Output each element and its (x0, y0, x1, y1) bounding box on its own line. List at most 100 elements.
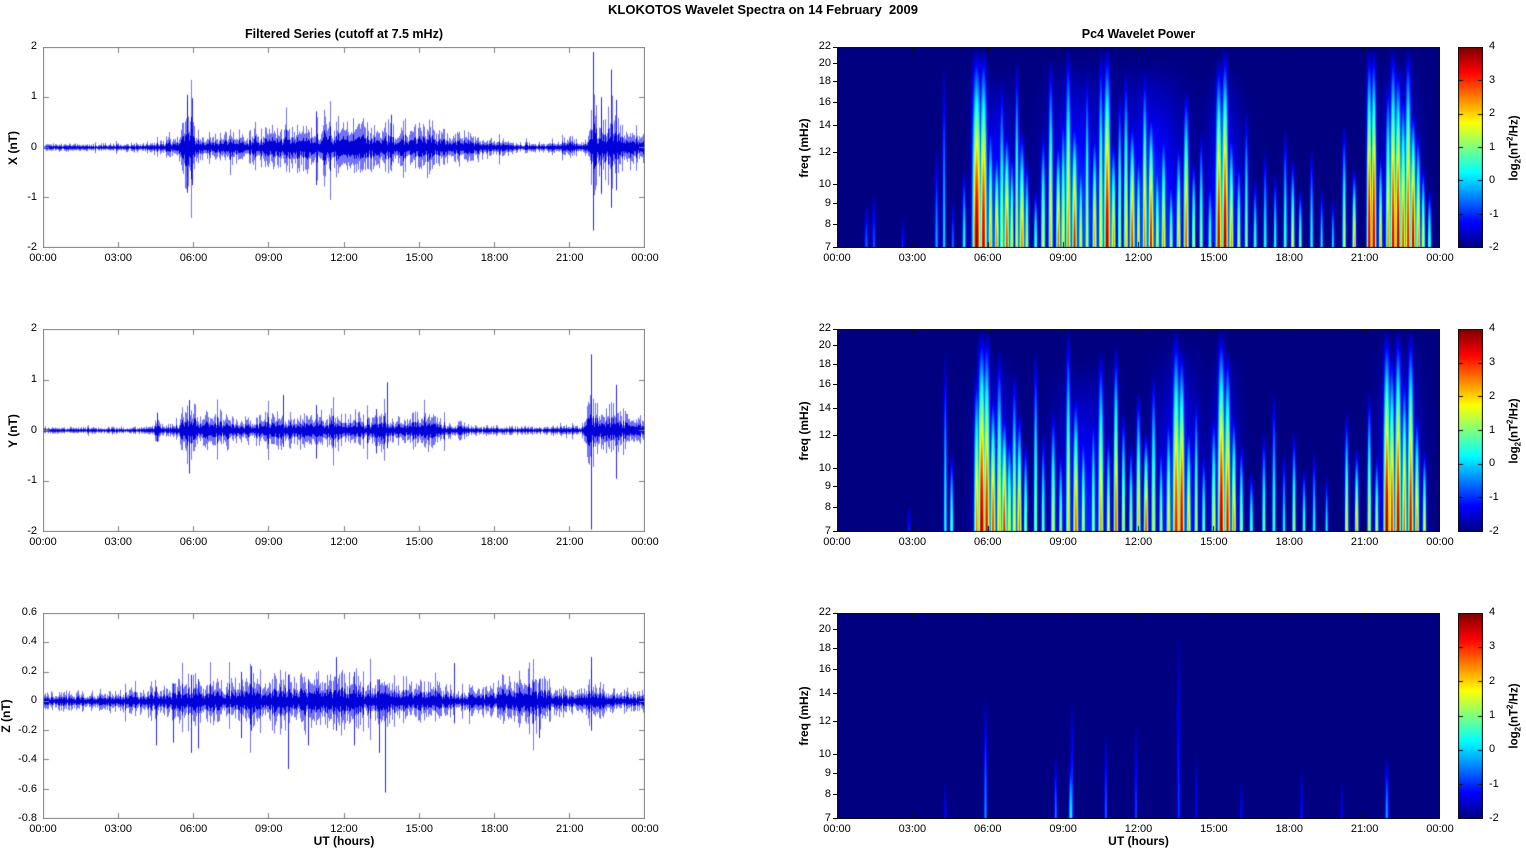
y-tick-label: 0 (30, 140, 37, 153)
x-series-panel: X (nT) 00:00 03:00 06:00 09:00 12:00 15:00 18:… (6, 40, 659, 264)
x-tick-label: 15:00 (405, 252, 434, 264)
y-series-plot-canvas (43, 329, 645, 532)
colorbar-tick-label: -1 (1489, 491, 1499, 504)
y-tick-mark (833, 435, 837, 436)
x-tick-label: 21:00 (1350, 252, 1379, 264)
colorbar-tick-label: 1 (1489, 423, 1496, 436)
z-series-plot-canvas (43, 613, 645, 819)
y-tick-mark (833, 693, 837, 694)
y-tick-mark (833, 794, 837, 795)
colorbar-tick-label: -1 (1489, 777, 1499, 790)
colorbar-tick-label: 4 (1489, 606, 1496, 618)
z-series-panel: Z (nT) 00:00 03:00 06:00 09:00 12:00 15:00 18:… (0, 606, 659, 835)
y-tick-label: 8 (824, 217, 831, 230)
colorbar-middle-canvas (1458, 329, 1483, 532)
x-tick-label: 18:00 (1275, 536, 1304, 548)
y-tick-mark (833, 721, 837, 722)
y-tick-label: 18 (818, 357, 831, 370)
colorbar-label-sub: 2 (1513, 726, 1523, 732)
x-wavelet-panel: freq (mHz) 00:00 03:00 06:00 09:00 12:00 15:0… (797, 40, 1454, 264)
figure: KLOKOTOS Wavelet Spectra on 14 February … (0, 0, 1526, 851)
y-tick-mark (833, 345, 837, 346)
y-tick-mark (833, 125, 837, 126)
y-tick-label: 8 (824, 501, 831, 514)
x-tick-label: 00:00 (631, 252, 659, 264)
y-tick-label: 10 (818, 178, 831, 191)
colorbar-tick-label: 3 (1489, 355, 1496, 368)
y-tick-label: 16 (818, 663, 831, 676)
colorbar-tick-label: 0 (1489, 457, 1496, 470)
y-tick-mark (833, 629, 837, 630)
y-tick-label: 0 (30, 694, 37, 707)
colorbar-tick-label: 2 (1489, 674, 1496, 687)
x-tick-label: 00:00 (29, 536, 57, 548)
y-tick-label: 9 (824, 766, 831, 779)
x-tick-label: 00:00 (1426, 536, 1454, 548)
y-tick-label: 22 (818, 606, 831, 618)
colorbar-label-sub: 2 (1513, 441, 1523, 446)
y-tick-label: 7 (824, 525, 831, 537)
colorbar-tick-label: 2 (1489, 107, 1496, 119)
x-tick-label: 15:00 (405, 536, 434, 548)
colorbar-tick-label: -2 (1489, 812, 1499, 824)
left-x-axis-title: UT (hours) (313, 834, 375, 848)
colorbar-label-sub: 2 (1513, 158, 1523, 163)
y-tick-mark (833, 468, 837, 469)
x-tick-label: 06:00 (179, 536, 208, 548)
y-tick-mark (833, 531, 837, 532)
y-tick-label: 20 (818, 338, 831, 351)
y-tick-mark (833, 818, 837, 819)
y-wavelet-spectrogram-canvas (837, 329, 1440, 532)
y-tick-label: 20 (818, 623, 831, 636)
y-tick-label: 18 (818, 75, 831, 88)
y-tick-label: 14 (818, 119, 831, 132)
colorbar-middle: log2(nT2/Hz) 4 3 2 1 0 -1 -2 (1458, 322, 1523, 537)
y-tick-label: 0.6 (21, 606, 37, 618)
y-tick-label: -1 (27, 474, 37, 487)
colorbar-tick-label: 0 (1489, 743, 1496, 756)
y-tick-mark (833, 613, 837, 614)
y-tick-mark (833, 669, 837, 670)
colorbar-tick-label: 4 (1489, 322, 1496, 334)
y-tick-label: -0.4 (18, 753, 37, 766)
figure-title: KLOKOTOS Wavelet Spectra on 14 February … (608, 2, 918, 17)
colorbar-tick-label: 1 (1489, 140, 1496, 153)
y-tick-mark (833, 224, 837, 225)
y-tick-mark (833, 384, 837, 385)
x-tick-label: 12:00 (1124, 252, 1153, 264)
y-tick-mark (833, 102, 837, 103)
y-tick-mark (833, 329, 837, 330)
y-tick-label: 2 (30, 40, 37, 52)
x-tick-label: 03:00 (104, 536, 133, 548)
y-tick-mark (833, 203, 837, 204)
y-tick-label: 0 (30, 423, 37, 436)
colorbar-tick-label: -2 (1489, 241, 1499, 253)
colorbar-tick-label: 1 (1489, 709, 1496, 721)
x-tick-label: 03:00 (898, 536, 927, 548)
x-tick-label: 18:00 (480, 252, 509, 264)
x-tick-label: 15:00 (1200, 536, 1228, 548)
colorbar-tick-label: 3 (1489, 640, 1496, 653)
z-wavelet-panel: freq (mHz) 00:00 03:00 06:00 09:00 12:00 15:0… (797, 606, 1454, 835)
y-tick-mark (833, 648, 837, 649)
y-tick-label: 0.2 (21, 664, 37, 677)
colorbar-tick-label: 2 (1489, 389, 1496, 402)
y-tick-label: 10 (818, 747, 831, 760)
y-tick-label: 18 (818, 642, 831, 655)
y-tick-mark (833, 408, 837, 409)
y-tick-mark (833, 507, 837, 508)
y-tick-label: 14 (818, 687, 831, 700)
x-tick-label: 09:00 (254, 536, 283, 548)
y-tick-label: 12 (818, 715, 831, 728)
y-tick-label: 14 (818, 402, 831, 415)
x-tick-label: 18:00 (1275, 252, 1304, 264)
x-series-plot-canvas (43, 47, 645, 248)
y-tick-mark (833, 247, 837, 248)
y-tick-label: -0.8 (18, 812, 37, 824)
y-series-panel: Y (nT) 00:00 03:00 06:00 09:00 12:00 15:00 18:… (6, 322, 659, 548)
y-tick-label: 12 (818, 429, 831, 442)
x-tick-label: 09:00 (1049, 252, 1077, 264)
x-tick-label: 00:00 (631, 536, 659, 548)
y-tick-label: -2 (27, 525, 37, 537)
x-tick-label: 00:00 (823, 252, 851, 264)
